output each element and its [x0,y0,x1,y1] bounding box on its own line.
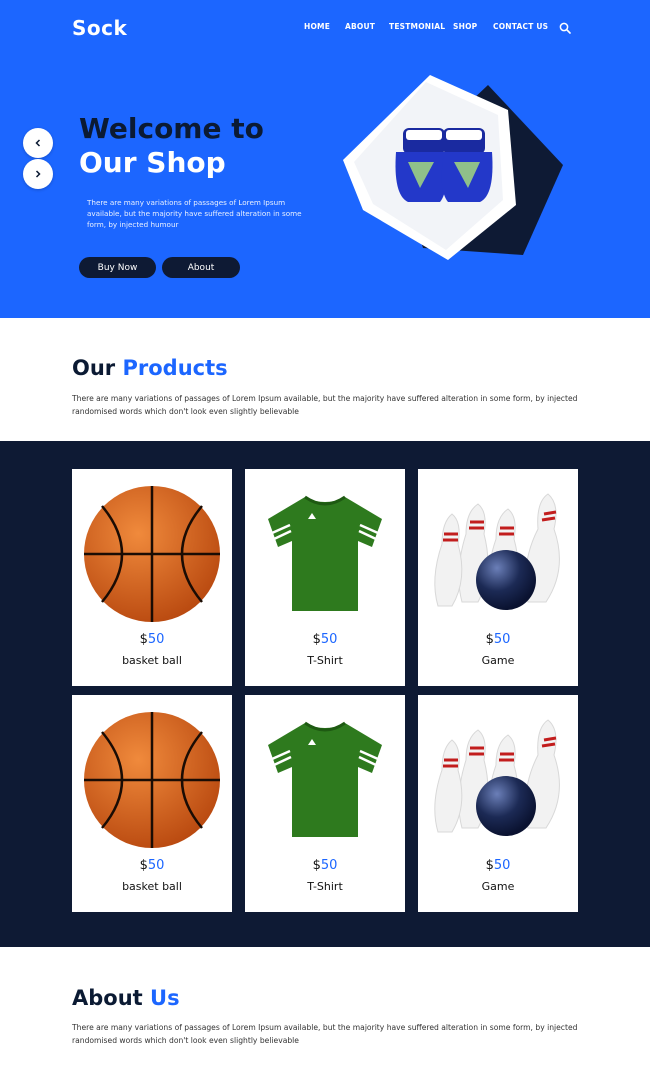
nav-testimonial[interactable]: TESTMONIAL [389,22,445,31]
price-amount: 50 [147,632,165,647]
price-amount: 50 [320,858,338,873]
chevron-right-icon [35,170,41,178]
search-icon[interactable] [559,22,571,34]
about-description: There are many variations of passages of… [72,1023,578,1045]
product-card[interactable]: $50 T-Shirt [245,695,405,912]
next-slide-button[interactable] [23,159,53,189]
product-name: basket ball [122,654,182,667]
product-card[interactable]: $50 Game [418,469,578,686]
product-price: $50 [72,632,232,647]
boxing-gloves-icon [343,75,563,260]
products-heading-blue: Products [122,356,228,380]
bowling-icon [418,705,578,855]
hero-title-line2: Our Shop [79,146,226,179]
currency: $ [485,858,494,873]
currency: $ [139,858,148,873]
nav-home[interactable]: HOME [304,22,330,31]
product-price: $50 [245,632,405,647]
bowling-icon [418,479,578,629]
product-card[interactable]: $50 basket ball [72,469,232,686]
basketball-icon [72,479,232,629]
product-card[interactable]: $50 Game [418,695,578,912]
product-name: basket ball [122,880,182,893]
hero-title-line1: Welcome to [79,112,264,145]
price-amount: 50 [493,632,511,647]
product-price: $50 [418,632,578,647]
product-name: Game [481,880,515,893]
hero-banner: Sock HOME ABOUT TESTMONIAL SHOP CONTACT … [0,0,650,318]
currency: $ [139,632,148,647]
price-amount: 50 [320,632,338,647]
prev-slide-button[interactable] [23,128,53,158]
product-price: $50 [418,858,578,873]
about-heading-blue: Us [150,986,180,1010]
main-nav: HOME ABOUT TESTMONIAL SHOP CONTACT US [0,22,650,34]
nav-shop[interactable]: SHOP [453,22,477,31]
buy-now-button[interactable]: Buy Now [79,257,156,278]
product-name: Game [481,654,515,667]
nav-contact[interactable]: CONTACT US [493,22,548,31]
product-price: $50 [72,858,232,873]
tshirt-icon [245,479,405,629]
currency: $ [485,632,494,647]
chevron-left-icon [35,139,41,147]
products-description: There are many variations of passages of… [72,394,578,416]
product-price: $50 [245,858,405,873]
hero-title: Welcome to Our Shop [79,112,264,180]
currency: $ [312,858,321,873]
nav-about[interactable]: ABOUT [345,22,375,31]
product-name: T-Shirt [307,880,343,893]
about-button[interactable]: About [162,257,240,278]
about-heading: About Us [72,986,180,1010]
product-card[interactable]: $50 T-Shirt [245,469,405,686]
about-heading-dark: About [72,986,151,1010]
hero-description: There are many variations of passages of… [87,198,302,229]
currency: $ [312,632,321,647]
tshirt-icon [245,705,405,855]
price-amount: 50 [147,858,165,873]
basketball-icon [72,705,232,855]
product-card[interactable]: $50 basket ball [72,695,232,912]
price-amount: 50 [493,858,511,873]
products-heading-dark: Our [72,356,123,380]
product-name: T-Shirt [307,654,343,667]
products-heading: Our Products [72,356,228,380]
